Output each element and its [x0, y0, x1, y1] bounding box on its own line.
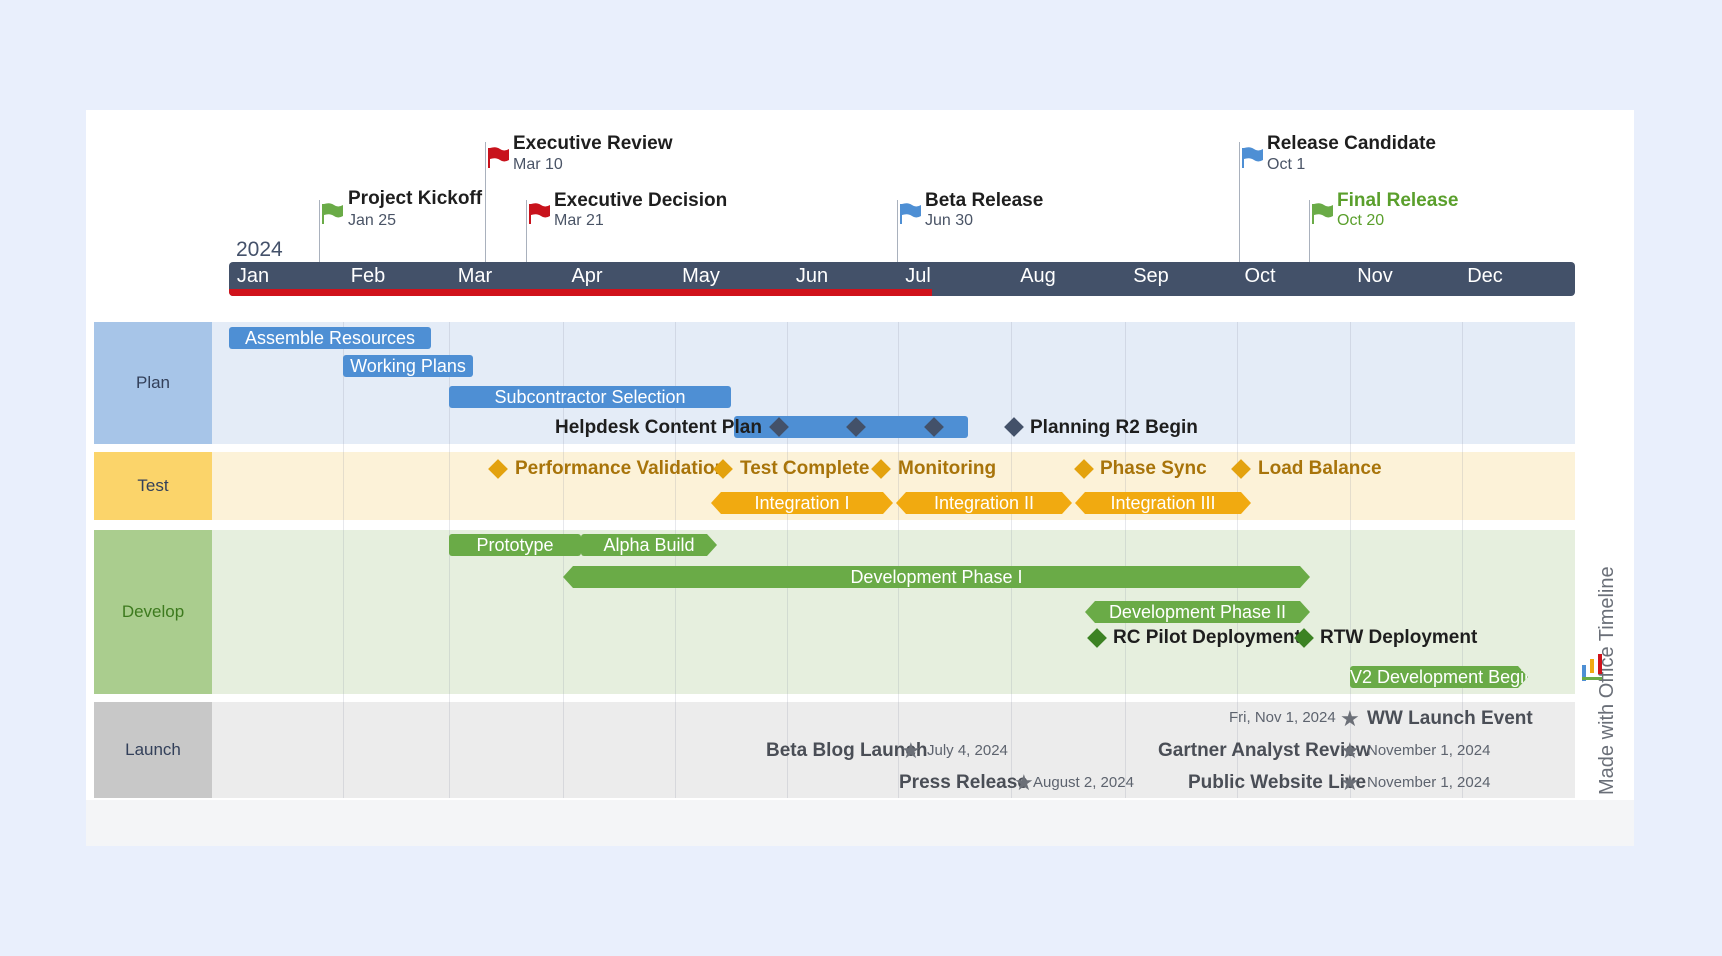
gridline: [1125, 322, 1126, 798]
star-icon[interactable]: ★: [1340, 708, 1360, 730]
gridline: [1011, 322, 1012, 798]
event-date: November 1, 2024: [1367, 774, 1491, 791]
event-date: November 1, 2024: [1367, 742, 1491, 759]
task-bar[interactable]: Integration II: [896, 492, 1072, 514]
milestone-title: Project Kickoff: [348, 188, 483, 209]
flag-icon: [1312, 203, 1333, 224]
star-icon[interactable]: ★: [1340, 740, 1360, 762]
milestone-label: Load Balance: [1258, 458, 1382, 479]
flag-icon: [1242, 147, 1263, 168]
milestone-label: Phase Sync: [1100, 458, 1207, 479]
milestone-label: RC Pilot Deployment: [1113, 627, 1301, 648]
month-label: Mar: [457, 265, 493, 287]
task-bar[interactable]: Prototype: [449, 534, 581, 556]
event-date: August 2, 2024: [1033, 774, 1134, 791]
milestone-label: RTW Deployment: [1320, 627, 1478, 648]
milestone-label: Planning R2 Begin: [1030, 417, 1198, 438]
milestone-date: Jun 30: [925, 212, 974, 229]
event-date: July 4, 2024: [927, 742, 1008, 759]
task-bar[interactable]: Working Plans: [343, 355, 473, 377]
flag-icon: [488, 147, 509, 168]
event-label: Gartner Analyst Review: [1158, 740, 1371, 761]
milestone-date: Mar 10: [513, 156, 563, 173]
milestone-label: Test Complete: [740, 458, 870, 479]
milestone-title: Release Candidate: [1267, 133, 1436, 154]
flag-icon: [900, 203, 921, 224]
task-bar[interactable]: V2 Development Begins: [1350, 666, 1528, 688]
milestone-stem: [319, 200, 320, 262]
month-label: Jan: [236, 265, 270, 287]
month-label: Sep: [1133, 265, 1169, 287]
star-icon[interactable]: ★: [1340, 772, 1360, 794]
gridline: [343, 322, 344, 798]
flag-icon: [322, 203, 343, 224]
milestone-date: Mar 21: [554, 212, 604, 229]
swimlane-label: Develop: [94, 530, 212, 694]
milestone-label: Monitoring: [898, 458, 997, 479]
month-label: Oct: [1244, 265, 1276, 287]
office-timeline-logo-icon: [1582, 654, 1602, 681]
month-label: Feb: [350, 265, 386, 287]
task-bar[interactable]: Development Phase I: [563, 566, 1310, 588]
milestone-date: Oct 20: [1337, 212, 1385, 229]
milestone-title: Executive Review: [513, 133, 673, 154]
month-label: Jul: [905, 265, 931, 287]
swimlane-label: Plan: [94, 322, 212, 444]
task-bar[interactable]: Assemble Resources: [229, 327, 431, 349]
task-bar[interactable]: Integration I: [711, 492, 893, 514]
event-label: WW Launch Event: [1367, 708, 1533, 729]
month-label: Jun: [795, 265, 829, 287]
event-date: Fri, Nov 1, 2024: [1229, 709, 1336, 726]
milestone-date: Oct 1: [1267, 156, 1306, 173]
task-label: Helpdesk Content Plan: [555, 417, 762, 438]
month-label: Nov: [1357, 265, 1393, 287]
flag-icon: [529, 203, 550, 224]
axis-progress-bar: [229, 289, 932, 296]
milestone-date: Jan 25: [348, 212, 397, 229]
swimlane-label: Test: [94, 452, 212, 520]
month-label: May: [682, 265, 720, 287]
gridline: [898, 322, 899, 798]
event-label: Press Release: [899, 772, 1028, 793]
milestone-title: Executive Decision: [554, 190, 728, 211]
time-axis: Jan Feb Mar Apr May Jun Jul Aug Sep Oct …: [229, 262, 1575, 296]
star-icon[interactable]: ★: [901, 740, 921, 762]
milestone-stem: [1309, 200, 1310, 262]
milestone-stem: [485, 142, 486, 262]
gridline: [1237, 322, 1238, 798]
milestone-title: Final Release: [1337, 190, 1459, 211]
swimlane-label: Launch: [94, 702, 212, 798]
year-label: 2024: [236, 238, 283, 261]
milestone-stem: [526, 200, 527, 262]
gridline: [787, 322, 788, 798]
star-icon[interactable]: ★: [1014, 772, 1034, 794]
card-footer: [86, 800, 1634, 846]
milestone-label: Performance Validation: [515, 458, 727, 479]
milestone-stem: [1239, 142, 1240, 262]
task-bar[interactable]: Alpha Build: [581, 534, 717, 556]
month-label: Dec: [1467, 265, 1503, 287]
month-label: Aug: [1020, 265, 1056, 287]
month-label: Apr: [571, 265, 603, 287]
task-bar[interactable]: Subcontractor Selection: [449, 386, 731, 408]
task-bar[interactable]: Development Phase II: [1085, 601, 1310, 623]
milestone-title: Beta Release: [925, 190, 1044, 211]
task-bar[interactable]: Integration III: [1075, 492, 1251, 514]
milestone-stem: [897, 200, 898, 262]
timeline-card: 2024 Project Kickoff Jan 25 Executive Re…: [86, 110, 1634, 846]
